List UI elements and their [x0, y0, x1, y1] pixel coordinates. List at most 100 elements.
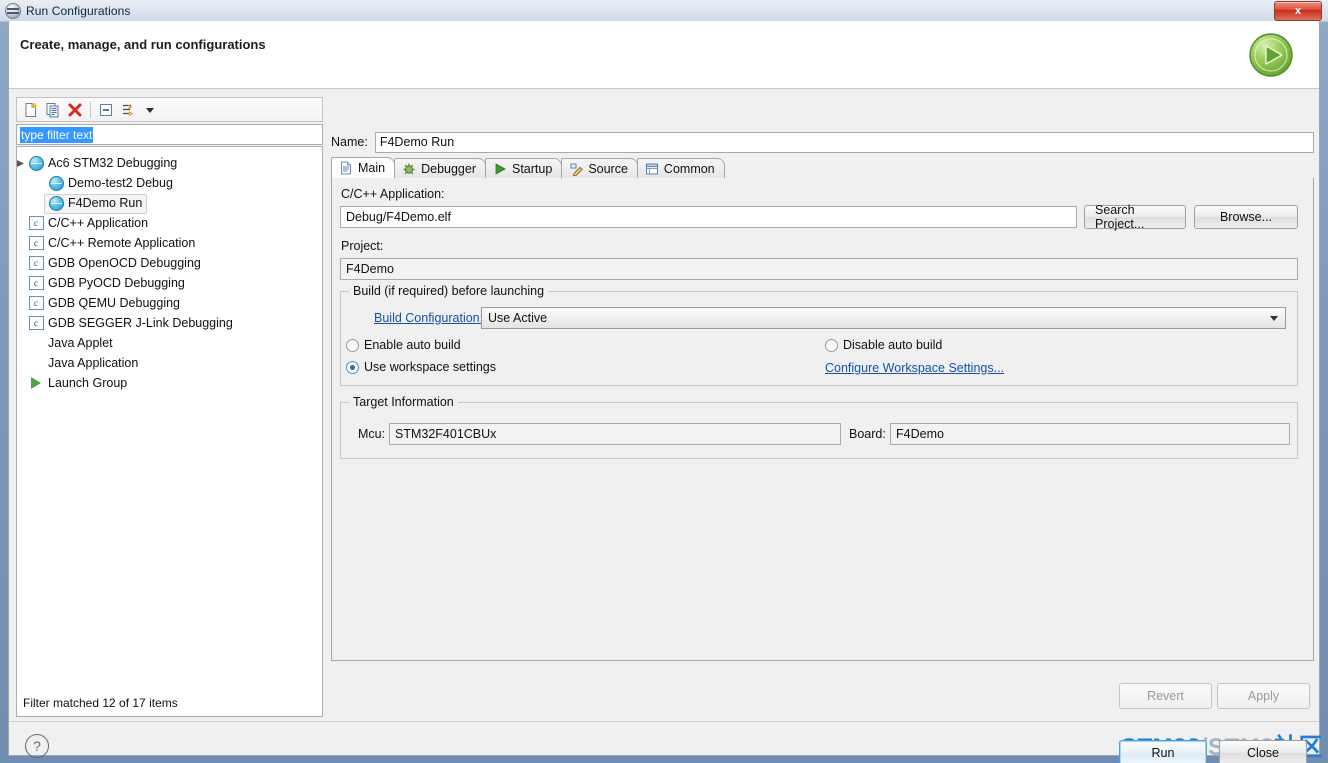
tree-expand-toggle[interactable]	[17, 253, 27, 273]
footer-divider	[9, 721, 1319, 722]
main-tab-panel: C/C++ Application: Debug/F4Demo.elf Sear…	[331, 178, 1314, 661]
delete-launch-configuration-icon[interactable]	[64, 100, 86, 120]
tree-item-label: GDB OpenOCD Debugging	[48, 256, 201, 270]
tab-source[interactable]: Source	[561, 158, 638, 178]
tree-item-label: Launch Group	[48, 376, 128, 390]
window-title: Run Configurations	[26, 3, 131, 18]
tree-expand-toggle[interactable]	[17, 313, 27, 333]
run-configurations-window: Run Configurations x Create, manage, and…	[0, 0, 1328, 763]
radio-circle-icon	[346, 338, 359, 352]
tree-item-label: Java Applet	[48, 336, 113, 350]
tree-item[interactable]: c GDB PyOCD Debugging	[17, 273, 322, 293]
green-run-arrow-icon	[1245, 29, 1297, 81]
tree-item[interactable]: Java Application	[17, 353, 322, 373]
filter-input-value: type filter text	[20, 126, 94, 143]
new-launch-configuration-icon[interactable]	[20, 100, 42, 120]
revert-button[interactable]: Revert	[1119, 683, 1212, 709]
tree-item-label: GDB PyOCD Debugging	[48, 276, 185, 290]
use-workspace-settings-label: Use workspace settings	[364, 360, 497, 374]
tab-debugger[interactable]: Debugger	[394, 158, 486, 178]
filter-input[interactable]: type filter text	[16, 124, 323, 145]
tab-main[interactable]: Main	[331, 157, 396, 178]
build-configuration-combo[interactable]: Use Active	[481, 307, 1286, 329]
tab-label: Startup	[512, 161, 553, 176]
tab-label: Common	[663, 161, 715, 176]
collapse-all-icon[interactable]	[95, 100, 117, 120]
name-input[interactable]: F4Demo Run	[374, 131, 1314, 153]
mcu-input[interactable]: STM32F401CBUx	[389, 423, 841, 445]
toolbar-separator	[90, 101, 91, 118]
tree-expand-toggle[interactable]	[17, 153, 27, 173]
globe-icon	[28, 155, 44, 171]
source-pencil-icon	[569, 162, 584, 176]
tree-expand-toggle[interactable]	[17, 273, 27, 293]
tree-item-label: C/C++ Application	[48, 216, 149, 230]
launch-configurations-panel: type filter text Ac6 STM32 Debugging Demo…	[16, 97, 323, 717]
project-input[interactable]: F4Demo	[340, 258, 1298, 280]
radio-circle-icon	[825, 338, 838, 352]
c-file-icon: c	[28, 216, 44, 230]
tree-expand-toggle[interactable]	[33, 173, 47, 193]
c-file-icon: c	[28, 256, 44, 270]
browse-button[interactable]: Browse...	[1194, 205, 1298, 229]
tree-item[interactable]: c C/C++ Remote Application	[17, 233, 322, 253]
tree-item[interactable]: c GDB OpenOCD Debugging	[17, 253, 322, 273]
question-mark-icon[interactable]: ?	[25, 734, 49, 758]
tree-item[interactable]: Launch Group	[17, 373, 322, 393]
tree-item-label: Ac6 STM32 Debugging	[48, 156, 178, 170]
tree-item-label: Java Application	[48, 356, 139, 370]
target-group-title: Target Information	[349, 395, 458, 409]
close-button[interactable]: Close	[1219, 740, 1307, 763]
chevron-down-icon	[1270, 316, 1278, 321]
tree-expand-toggle[interactable]	[17, 293, 27, 313]
filter-launch-configurations-icon[interactable]	[117, 100, 139, 120]
target-information-group: Target Information Mcu: STM32F401CBUx Bo…	[340, 395, 1298, 459]
tab-common[interactable]: Common	[636, 158, 725, 178]
globe-icon	[48, 175, 64, 191]
build-configuration-link[interactable]: Build Configuration:	[374, 311, 483, 325]
use-workspace-settings-radio[interactable]: Use workspace settings	[346, 360, 496, 374]
c-file-icon: c	[28, 236, 44, 250]
tree-expand-toggle[interactable]	[17, 353, 27, 373]
dialog-action-buttons: Run Close	[1119, 740, 1307, 763]
c-file-icon: c	[28, 316, 44, 330]
tree-item-label: GDB QEMU Debugging	[48, 296, 181, 310]
application-input[interactable]: Debug/F4Demo.elf	[340, 206, 1077, 228]
configure-workspace-settings-link[interactable]: Configure Workspace Settings...	[825, 361, 1004, 375]
filter-status-text: Filter matched 12 of 17 items	[23, 696, 178, 710]
tree-item[interactable]: c GDB SEGGER J-Link Debugging	[17, 313, 322, 333]
tree-expand-toggle[interactable]	[17, 373, 27, 393]
window-close-button[interactable]: x	[1274, 1, 1322, 21]
apply-button[interactable]: Apply	[1217, 683, 1310, 709]
tree-expand-toggle[interactable]	[17, 333, 27, 353]
document-icon	[339, 161, 353, 175]
tree-item[interactable]: F4Demo Run	[17, 193, 322, 214]
enable-auto-build-radio[interactable]: Enable auto build	[346, 338, 461, 352]
tree-expand-toggle[interactable]	[17, 233, 27, 253]
view-menu-chevron-down-icon[interactable]	[139, 100, 161, 120]
tree-item[interactable]: Java Applet	[17, 333, 322, 353]
screen-root: Run Configurations x Create, manage, and…	[0, 0, 1328, 763]
search-project-button[interactable]: Search Project...	[1084, 203, 1186, 231]
tree-item[interactable]: Demo-test2 Debug	[17, 173, 322, 193]
disable-auto-build-label: Disable auto build	[843, 338, 943, 352]
window-titlebar: Run Configurations x	[0, 0, 1328, 22]
enable-auto-build-label: Enable auto build	[364, 338, 461, 352]
dialog-header: Create, manage, and run configurations	[9, 21, 1319, 89]
launch-configurations-tree[interactable]: Ac6 STM32 Debugging Demo-test2 Debug F4Dem…	[16, 146, 323, 717]
disable-auto-build-radio[interactable]: Disable auto build	[825, 338, 942, 352]
tab-label: Source	[588, 161, 628, 176]
window-icon	[645, 162, 659, 176]
tree-item[interactable]: c C/C++ Application	[17, 213, 322, 233]
bug-icon	[402, 162, 416, 176]
tree-item[interactable]: Ac6 STM32 Debugging	[17, 153, 322, 173]
tree-item[interactable]: c GDB QEMU Debugging	[17, 293, 322, 313]
board-input[interactable]: F4Demo	[890, 423, 1290, 445]
dialog-body: Create, manage, and run configurations t…	[8, 21, 1323, 763]
globe-icon	[48, 195, 64, 211]
tree-item-label: C/C++ Remote Application	[48, 236, 196, 250]
duplicate-launch-configuration-icon[interactable]	[42, 100, 64, 120]
tab-startup[interactable]: Startup	[485, 158, 563, 178]
tree-expand-toggle[interactable]	[17, 213, 27, 233]
run-button[interactable]: Run	[1119, 740, 1207, 763]
